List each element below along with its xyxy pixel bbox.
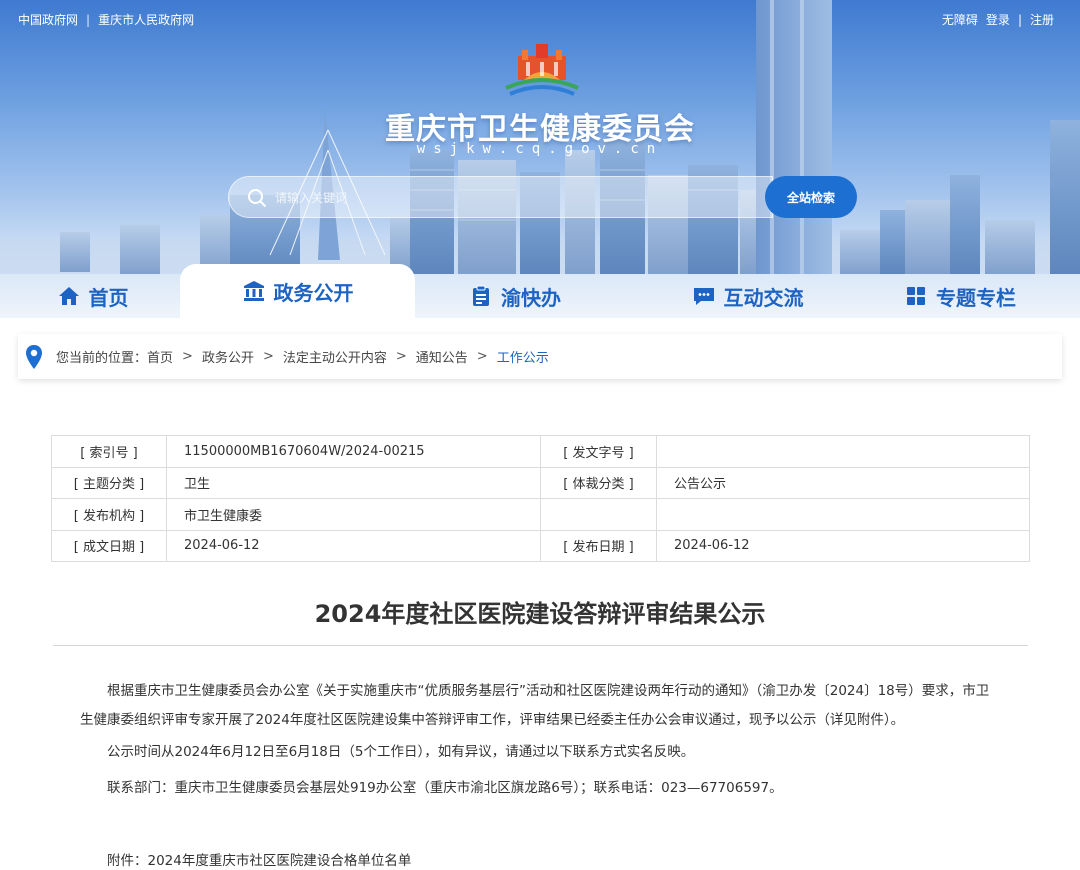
topic-label: [ 主题分类 ] bbox=[51, 466, 167, 499]
publisher-label: [ 发布机构 ] bbox=[51, 498, 167, 531]
bank-icon bbox=[243, 281, 264, 301]
site-search-button[interactable]: 全站检索 bbox=[765, 176, 857, 218]
topbar-separator: | bbox=[86, 12, 91, 27]
index-label: [ 索引号 ] bbox=[51, 435, 167, 468]
search-box bbox=[228, 176, 773, 218]
breadcrumb-gov-affairs[interactable]: 政务公开 bbox=[202, 347, 254, 366]
breadcrumb-trail: 您当前的位置： 首页 > 政务公开 > 法定主动公开内容 > 通知公告 > 工作… bbox=[56, 347, 549, 366]
article-paragraph: 联系部门：重庆市卫生健康委员会基层处919办公室（重庆市渝北区旗龙路6号）；联系… bbox=[107, 780, 783, 796]
topic-value: 卫生 bbox=[166, 466, 541, 499]
register-link[interactable]: 注册 bbox=[1030, 11, 1054, 28]
nav-tab-interaction[interactable]: 互动交流 bbox=[640, 274, 855, 318]
empty-cell bbox=[540, 498, 657, 531]
table-row: [ 索引号 ] 11500000MB1670604W/2024-00215 [ … bbox=[51, 435, 1030, 468]
nav-tab-special-topics-label: 专题专栏 bbox=[936, 285, 1016, 310]
main-nav: 首页 政务公开 渝快办 互动交流 专题专栏 bbox=[0, 264, 1080, 318]
breadcrumb-separator: > bbox=[182, 349, 193, 364]
breadcrumb-home[interactable]: 首页 bbox=[147, 347, 173, 366]
gov-portal-link[interactable]: 中国政府网 bbox=[18, 11, 78, 28]
city-gov-link[interactable]: 重庆市人民政府网 bbox=[98, 11, 194, 28]
commission-emblem-logo bbox=[505, 44, 579, 96]
published-date-label: [ 发布日期 ] bbox=[540, 529, 657, 562]
grid-icon bbox=[907, 287, 925, 305]
site-search: 全站检索 bbox=[228, 176, 858, 218]
nav-tab-home-label: 首页 bbox=[88, 285, 129, 310]
breadcrumb-notices[interactable]: 通知公告 bbox=[416, 347, 468, 366]
nav-tab-gov-affairs-label: 政务公开 bbox=[273, 280, 354, 305]
created-date-value: 2024-06-12 bbox=[166, 529, 541, 562]
chat-icon bbox=[693, 288, 714, 305]
attachment-link[interactable]: 附件：2024年度重庆市社区医院建设合格单位名单 bbox=[80, 847, 1000, 870]
table-row: [ 发布机构 ] 市卫生健康委 bbox=[51, 498, 1030, 531]
article-title: 2024年度社区医院建设答辩评审结果公示 bbox=[314, 600, 766, 628]
location-pin-icon bbox=[26, 344, 42, 369]
breadcrumb-separator: > bbox=[395, 349, 407, 364]
breadcrumb-separator: > bbox=[262, 349, 274, 364]
created-date-label: [ 成文日期 ] bbox=[51, 529, 167, 562]
breadcrumb-separator: > bbox=[476, 349, 488, 364]
breadcrumb-statutory-disclosure[interactable]: 法定主动公开内容 bbox=[283, 347, 387, 366]
publisher-value: 市卫生健康委 bbox=[166, 498, 541, 531]
document-meta-table: [ 索引号 ] 11500000MB1670604W/2024-00215 [ … bbox=[51, 435, 1030, 562]
nav-tab-home[interactable]: 首页 bbox=[20, 274, 165, 318]
nav-tab-interaction-label: 互动交流 bbox=[723, 285, 804, 310]
title-divider bbox=[53, 645, 1028, 646]
doc-no-value bbox=[656, 435, 1030, 468]
home-icon bbox=[58, 287, 79, 305]
login-link[interactable]: 登录 bbox=[986, 11, 1010, 28]
nav-tab-yukuaiban[interactable]: 渝快办 bbox=[430, 274, 600, 318]
index-value: 11500000MB1670604W/2024-00215 bbox=[166, 435, 541, 468]
accessibility-link[interactable]: 无障碍 bbox=[942, 11, 978, 28]
article-paragraph: 公示时间从2024年6月12日至6月18日（5个工作日），如有异议，请通过以下联… bbox=[107, 744, 695, 760]
site-domain: wsjkw.cq.gov.cn bbox=[416, 141, 664, 157]
doc-no-label: [ 发文字号 ] bbox=[540, 435, 657, 468]
empty-cell bbox=[656, 498, 1030, 531]
nav-tab-yukuaiban-label: 渝快办 bbox=[501, 285, 561, 310]
breadcrumb-current-work-notices[interactable]: 工作公示 bbox=[497, 347, 549, 366]
nav-tab-special-topics[interactable]: 专题专栏 bbox=[860, 274, 1060, 318]
search-input[interactable] bbox=[275, 185, 755, 211]
clipboard-icon bbox=[473, 285, 489, 306]
breadcrumb: 您当前的位置： 首页 > 政务公开 > 法定主动公开内容 > 通知公告 > 工作… bbox=[18, 334, 1062, 379]
published-date-value: 2024-06-12 bbox=[656, 529, 1030, 562]
table-row: [ 成文日期 ] 2024-06-12 [ 发布日期 ] 2024-06-12 bbox=[51, 529, 1030, 562]
genre-label: [ 体裁分类 ] bbox=[540, 466, 657, 499]
genre-value: 公告公示 bbox=[656, 466, 1030, 499]
breadcrumb-prefix: 您当前的位置： bbox=[56, 351, 148, 366]
header-banner: 中国政府网 | 重庆市人民政府网 无障碍 登录 | 注册 重庆市卫生健康委员会 … bbox=[0, 0, 1080, 318]
top-left-links: 中国政府网 | 重庆市人民政府网 bbox=[18, 11, 194, 28]
nav-tab-gov-affairs[interactable]: 政务公开 bbox=[180, 264, 415, 318]
article-paragraph: 根据重庆市卫生健康委员会办公室《关于实施重庆市“优质服务基层行”活动和社区医院建… bbox=[80, 683, 990, 728]
search-icon bbox=[248, 189, 266, 207]
table-row: [ 主题分类 ] 卫生 [ 体裁分类 ] 公告公示 bbox=[51, 466, 1030, 499]
topbar-separator: | bbox=[1017, 12, 1022, 27]
top-right-links: 无障碍 登录 | 注册 bbox=[942, 11, 1054, 28]
